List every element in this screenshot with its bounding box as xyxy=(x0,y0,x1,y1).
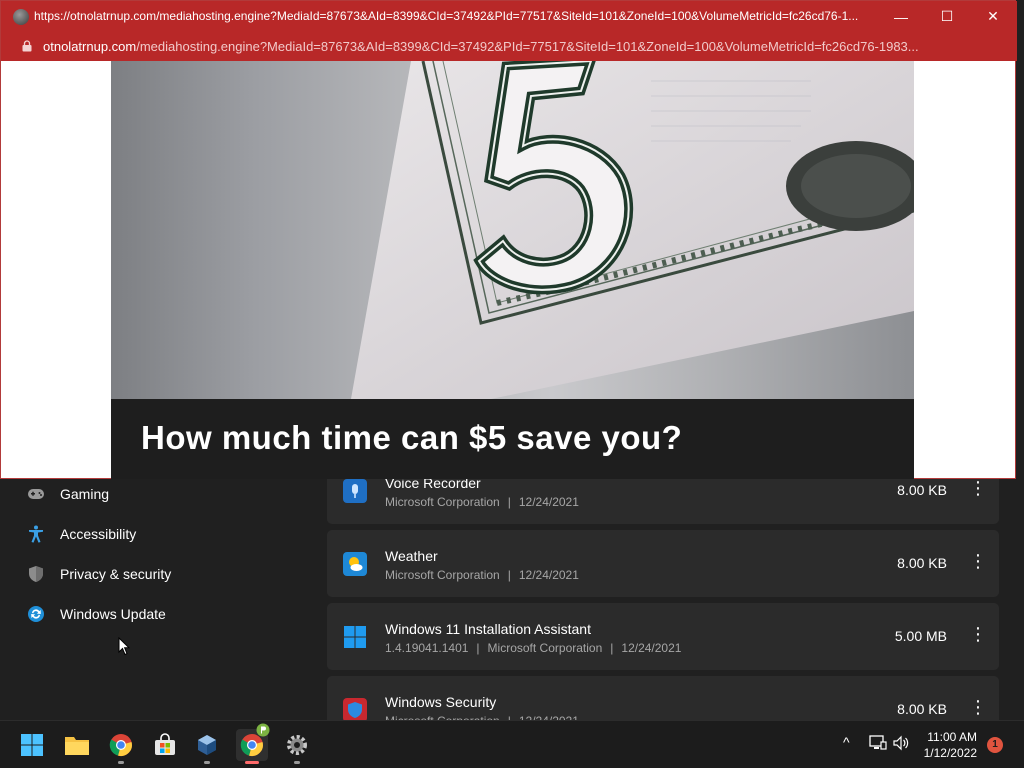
gamepad-icon xyxy=(26,484,46,504)
active-indicator xyxy=(245,761,259,764)
sidebar-item-label: Gaming xyxy=(60,486,110,502)
app-meta: 1.4.19041.1401 | Microsoft Corporation | 12/… xyxy=(385,641,682,655)
notification-badge[interactable]: 1 xyxy=(987,737,1003,753)
app-size: 8.00 KB xyxy=(897,701,947,717)
weather-icon xyxy=(343,552,367,576)
lock-icon xyxy=(22,40,32,52)
accessibility-icon xyxy=(26,524,46,544)
sidebar-item-accessibility[interactable]: Accessibility xyxy=(26,519,136,549)
minimize-button[interactable]: — xyxy=(878,1,924,32)
more-options-icon[interactable]: ⋮ xyxy=(969,477,987,501)
shield-icon xyxy=(26,564,46,584)
settings-gear-icon[interactable] xyxy=(281,729,313,764)
app-meta: Microsoft Corporation|12/24/2021 xyxy=(385,568,579,582)
file-explorer-icon[interactable] xyxy=(61,729,93,761)
more-options-icon[interactable]: ⋮ xyxy=(969,550,987,574)
ad-banknote-image xyxy=(111,61,914,399)
windows-start-icon[interactable] xyxy=(16,729,48,761)
popup-browser-window: https://otnolatrnup.com/mediahosting.eng… xyxy=(0,0,1017,479)
volume-icon[interactable] xyxy=(893,735,909,751)
sidebar-item-privacy-security[interactable]: Privacy & security xyxy=(26,559,171,589)
clock-date: 1/12/2022 xyxy=(923,746,977,760)
close-button[interactable]: ✕ xyxy=(970,1,1016,32)
app-size: 8.00 KB xyxy=(897,555,947,571)
address-bar[interactable]: otnolatrnup.com/mediahosting.engine?Medi… xyxy=(1,32,1017,61)
ad-headline[interactable]: How much time can $5 save you? xyxy=(141,419,682,457)
sync-icon xyxy=(26,604,46,624)
sidebar-item-label: Windows Update xyxy=(60,606,166,622)
chrome-profile-icon[interactable] xyxy=(236,723,270,764)
app-row-windows-11-installation-assistant[interactable]: Windows 11 Installation Assistant 1.4.19… xyxy=(327,603,999,670)
sidebar-item-windows-update[interactable]: Windows Update xyxy=(26,599,166,629)
running-indicator xyxy=(294,761,300,764)
window-title: https://otnolatrnup.com/mediahosting.eng… xyxy=(34,9,859,23)
sidebar-item-label: Accessibility xyxy=(60,526,137,542)
network-icon[interactable] xyxy=(869,735,887,751)
ad-caption[interactable]: How much time can $5 save you? xyxy=(111,399,914,479)
url-text[interactable]: otnolatrnup.com/mediahosting.engine?Medi… xyxy=(43,39,1008,54)
mouse-cursor-icon xyxy=(118,637,130,656)
clock-time: 11:00 AM xyxy=(927,730,977,744)
more-options-icon[interactable]: ⋮ xyxy=(969,696,987,720)
windows-logo-icon xyxy=(343,625,367,649)
app-meta: Microsoft Corporation|12/24/2021 xyxy=(385,495,579,509)
system-clock[interactable]: 11:00 AM 1/12/2022 xyxy=(924,729,977,761)
sidebar-item-label: Privacy & security xyxy=(60,566,172,582)
tray-chevron-icon[interactable]: ^ xyxy=(843,734,850,750)
app-name: Weather xyxy=(385,548,438,564)
app-name: Windows Security xyxy=(385,694,497,710)
virtualbox-icon[interactable] xyxy=(191,729,223,764)
maximize-button[interactable]: ☐ xyxy=(924,1,970,32)
microsoft-store-icon[interactable] xyxy=(149,729,181,761)
voice-recorder-icon xyxy=(343,479,367,503)
app-name: Windows 11 Installation Assistant xyxy=(385,621,591,637)
windows-security-icon xyxy=(343,698,367,722)
popup-titlebar[interactable]: https://otnolatrnup.com/mediahosting.eng… xyxy=(1,1,1017,32)
site-favicon-icon xyxy=(13,9,29,25)
profile-badge-icon xyxy=(256,723,270,737)
chrome-icon[interactable] xyxy=(105,729,137,764)
more-options-icon[interactable]: ⋮ xyxy=(969,623,987,647)
app-size: 5.00 MB xyxy=(894,628,947,644)
app-row-weather[interactable]: Weather Microsoft Corporation | 12/24/2021… xyxy=(327,530,999,597)
taskbar: ^ 11:00 AM 1/12/2022 1 xyxy=(0,720,1024,768)
advertisement[interactable]: How much time can $5 save you? xyxy=(111,61,914,479)
sidebar-item-gaming[interactable]: Gaming xyxy=(26,479,109,509)
running-indicator xyxy=(204,761,210,764)
running-indicator xyxy=(118,761,124,764)
app-size: 8.00 KB xyxy=(897,482,947,498)
